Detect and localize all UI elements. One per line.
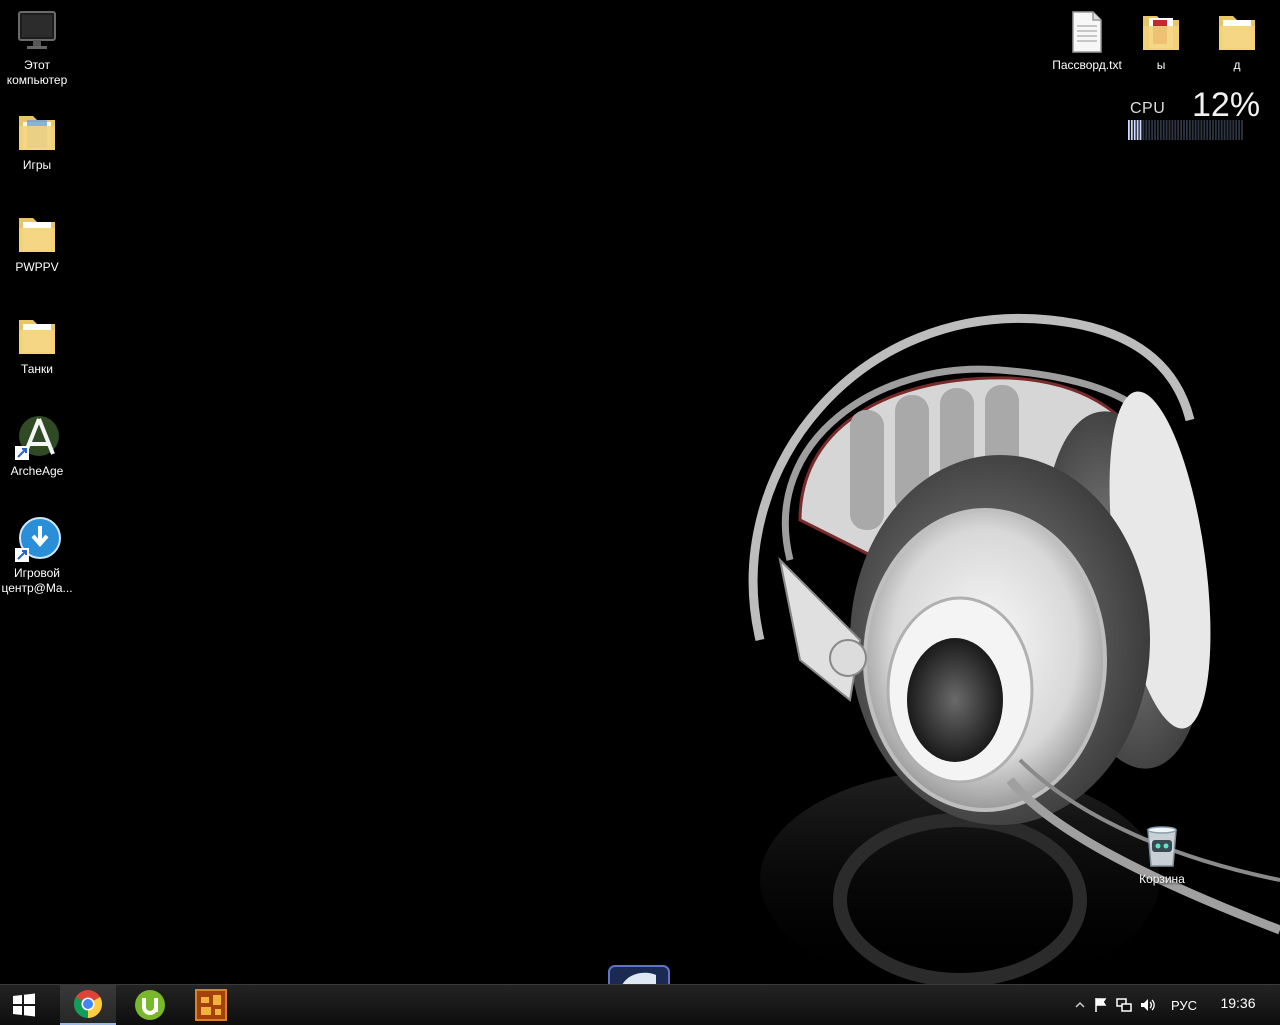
cpu-bar-segment: [1232, 120, 1235, 140]
cpu-bar-segment: [1220, 120, 1223, 140]
cpu-bar-segment: [1148, 120, 1151, 140]
archeage-shortcut-icon: [15, 416, 59, 460]
folder-icon: [1143, 16, 1179, 50]
cpu-bar-segment: [1229, 120, 1232, 140]
cpu-bar-segment: [1180, 120, 1182, 140]
language-indicator[interactable]: РУС: [1164, 985, 1204, 1025]
desktop-icon-label: д: [1233, 58, 1241, 72]
taskbar-game-button[interactable]: [183, 985, 239, 1025]
cpu-bar-segment: [1159, 120, 1162, 140]
cpu-bar-segment: [1197, 120, 1200, 140]
game-center-shortcut-icon: [15, 517, 61, 562]
desktop-icon-folder-y[interactable]: ы: [1124, 8, 1198, 73]
cpu-bar-segment: [1212, 120, 1214, 140]
desktop-icon-label: Этот компьютер: [6, 58, 68, 87]
text-file-icon: [1072, 11, 1102, 53]
cpu-bar-segment: [1128, 120, 1130, 140]
cpu-bar-segment: [1238, 120, 1240, 140]
desktop-icon-this-pc[interactable]: Этот компьютер: [0, 8, 74, 88]
desktop-icon-label: Корзина: [1139, 872, 1185, 886]
cpu-bar-segment: [1130, 120, 1133, 140]
taskbar: РУС 19:36: [0, 984, 1280, 1025]
windows-start-icon: [13, 993, 35, 1017]
chrome-icon: [74, 990, 102, 1018]
folder-icon: [19, 320, 55, 354]
game-app-icon: [195, 989, 227, 1021]
cpu-bar-segment: [1174, 120, 1177, 140]
folder-icon: [19, 218, 55, 252]
desktop-icon-tanks-folder[interactable]: Танки: [0, 312, 74, 377]
action-center-flag-icon[interactable]: [1090, 985, 1112, 1025]
cpu-bar-segment: [1145, 120, 1148, 140]
cpu-usage-bar: [1128, 120, 1243, 140]
cpu-bar-segment: [1226, 120, 1229, 140]
taskbar-chrome-button[interactable]: [60, 985, 116, 1025]
cpu-bar-segment: [1151, 120, 1153, 140]
cpu-bar-segment: [1194, 120, 1197, 140]
wallpaper-headphones: [748, 314, 1280, 984]
cpu-bar-segment: [1154, 120, 1156, 140]
monitor-icon: [18, 11, 56, 49]
cpu-bar-segment: [1206, 120, 1209, 140]
desktop-icon-label: ы: [1156, 58, 1166, 72]
desktop-icon-label: Игры: [22, 158, 52, 172]
desktop-icon-label: PWPPV: [15, 260, 59, 274]
desktop-icon-label: Танки: [20, 362, 54, 376]
cpu-bar-segment: [1177, 120, 1180, 140]
cpu-bar-segment: [1200, 120, 1203, 140]
cpu-bar-segment: [1223, 120, 1226, 140]
start-button[interactable]: [0, 985, 48, 1025]
volume-icon[interactable]: [1136, 985, 1160, 1025]
cpu-meter-gadget[interactable]: CPU 12%: [1126, 86, 1260, 146]
system-tray: РУС 19:36: [1070, 985, 1280, 1025]
cpu-bar-segment: [1171, 120, 1174, 140]
network-icon[interactable]: [1112, 985, 1136, 1025]
cpu-bar-segment: [1168, 120, 1171, 140]
cpu-bar-segment: [1188, 120, 1191, 140]
desktop-icon-archeage[interactable]: ArcheAge: [0, 414, 74, 479]
cpu-bar-segment: [1235, 120, 1238, 140]
desktop-icon-pwppv-folder[interactable]: PWPPV: [0, 210, 74, 275]
cpu-bar-segment: [1162, 120, 1165, 140]
desktop-icon-folder-d[interactable]: д: [1200, 8, 1274, 73]
cpu-bar-segment: [1142, 120, 1145, 140]
cpu-bar-segment: [1157, 120, 1159, 140]
desktop-icon-recycle-bin[interactable]: Корзина: [1125, 822, 1199, 887]
recycle-bin-icon: [1147, 826, 1177, 867]
show-hidden-icons-chevron[interactable]: [1070, 985, 1090, 1025]
cpu-bar-segment: [1191, 120, 1194, 140]
cpu-bar-segment: [1241, 120, 1243, 140]
utorrent-icon: [135, 990, 165, 1020]
cpu-bar-segment: [1186, 120, 1188, 140]
cpu-bar-segment: [1139, 120, 1142, 140]
desktop-icon-label: Игровой центр@Ma...: [1, 566, 73, 595]
desktop-icon-password-txt[interactable]: Пассворд.txt: [1049, 8, 1125, 73]
desktop-icon-game-center[interactable]: Игровой центр@Ma...: [0, 516, 74, 596]
cpu-bar-segment: [1209, 120, 1211, 140]
folder-icon: [1219, 16, 1255, 50]
cpu-bar-segment: [1203, 120, 1206, 140]
cpu-bar-segment: [1217, 120, 1220, 140]
clock[interactable]: 19:36: [1208, 985, 1268, 1025]
cpu-bar-segment: [1136, 120, 1139, 140]
cpu-bar-segment: [1165, 120, 1168, 140]
cpu-label: CPU: [1130, 100, 1166, 117]
cpu-bar-segment: [1215, 120, 1217, 140]
cpu-bar-segment: [1133, 120, 1136, 140]
desktop-icon-label: ArcheAge: [10, 464, 64, 478]
folder-icon: [19, 116, 55, 150]
taskbar-utorrent-button[interactable]: [122, 985, 178, 1025]
desktop-icon-label: Пассворд.txt: [1052, 58, 1122, 72]
desktop-icon-games-folder[interactable]: Игры: [0, 108, 74, 173]
cpu-bar-segment: [1183, 120, 1185, 140]
